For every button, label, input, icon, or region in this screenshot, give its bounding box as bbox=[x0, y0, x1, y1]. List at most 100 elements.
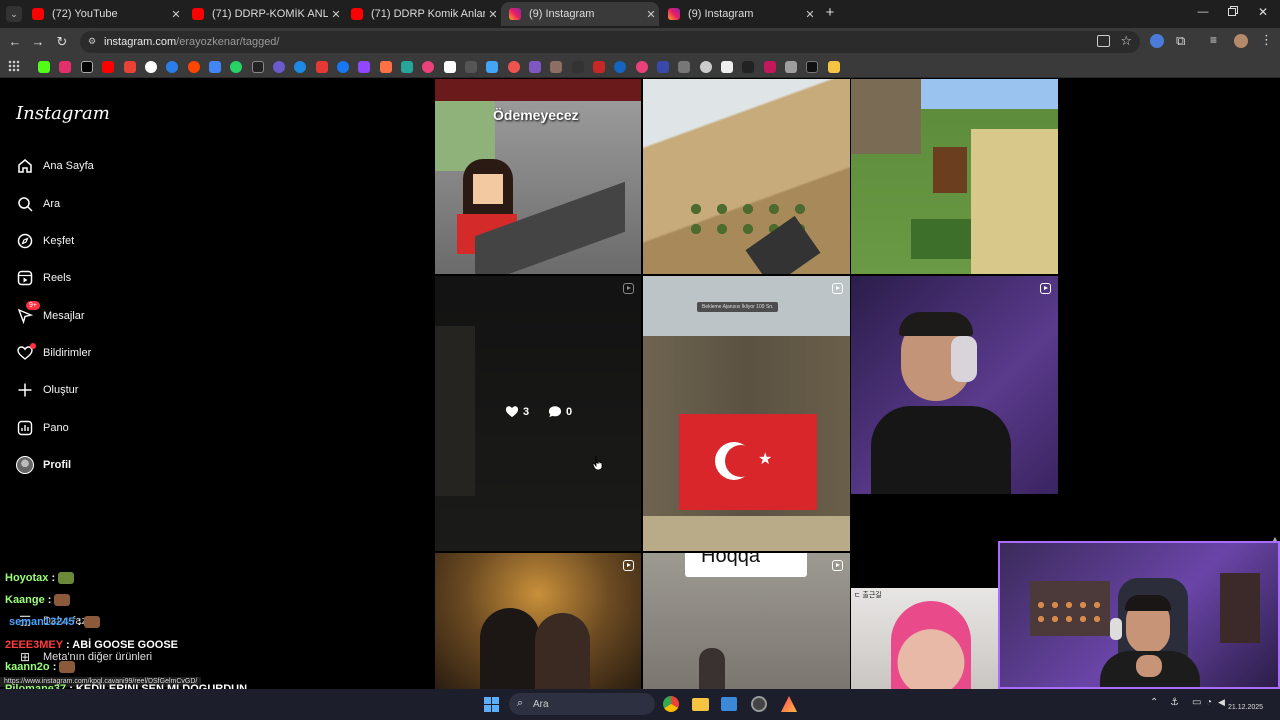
compass-icon bbox=[16, 232, 34, 250]
tab-instagram[interactable]: (9) Instagram ✕ bbox=[660, 2, 818, 26]
install-app-icon[interactable] bbox=[1097, 35, 1110, 47]
forward-icon[interactable]: → bbox=[29, 33, 47, 51]
site-info-icon[interactable]: ⚙ bbox=[88, 36, 99, 47]
bookmark-icon[interactable] bbox=[465, 61, 477, 73]
tab-strip: ⌄ (72) YouTube ✕ (71) DDRP-KOMİK ANLAR 5… bbox=[0, 0, 1280, 28]
bookmark-star-icon[interactable]: ☆ bbox=[1120, 33, 1132, 49]
bookmark-instagram-icon[interactable] bbox=[59, 61, 71, 73]
bookmark-icon[interactable] bbox=[401, 61, 413, 73]
nav-search[interactable]: Ara bbox=[16, 192, 60, 216]
file-explorer-icon[interactable] bbox=[692, 698, 709, 711]
post-tile[interactable] bbox=[851, 276, 1058, 551]
tray-network-icon[interactable]: ▭ bbox=[1192, 697, 1201, 708]
bookmark-facebook-icon[interactable] bbox=[337, 61, 349, 73]
bookmark-icon[interactable] bbox=[529, 61, 541, 73]
bookmark-icon[interactable] bbox=[700, 61, 712, 73]
bookmark-google-icon[interactable] bbox=[145, 61, 157, 73]
post-tile-hovered[interactable]: 3 0 bbox=[435, 276, 641, 551]
photos-icon[interactable] bbox=[721, 697, 737, 711]
bookmark-icon[interactable] bbox=[678, 61, 690, 73]
bookmark-icon[interactable] bbox=[721, 61, 733, 73]
bookmark-icon[interactable] bbox=[657, 61, 669, 73]
bookmark-whatsapp-icon[interactable] bbox=[230, 61, 242, 73]
close-window-button[interactable]: ✕ bbox=[1256, 5, 1270, 19]
app-icon[interactable] bbox=[781, 696, 797, 712]
bookmark-icon[interactable] bbox=[636, 61, 648, 73]
bookmark-twitch-icon[interactable] bbox=[358, 61, 370, 73]
bookmark-x-icon[interactable] bbox=[81, 61, 93, 73]
post-tile[interactable]: Ödemeyecez bbox=[435, 79, 641, 274]
bookmark-icon[interactable] bbox=[742, 61, 754, 73]
instagram-logo[interactable]: Instagram bbox=[16, 103, 110, 124]
tab-youtube[interactable]: (72) YouTube ✕ bbox=[24, 2, 184, 26]
address-bar[interactable]: ⚙ instagram.com/erayozkenar/tagged/ ☆ bbox=[80, 31, 1140, 53]
bookmark-icon[interactable] bbox=[486, 61, 498, 73]
chrome-icon[interactable] bbox=[663, 696, 679, 712]
nav-dashboard[interactable]: Pano bbox=[16, 416, 69, 440]
nav-explore[interactable]: Keşfet bbox=[16, 229, 74, 253]
bookmark-icon[interactable] bbox=[593, 61, 605, 73]
bookmark-icon[interactable] bbox=[764, 61, 776, 73]
bookmark-icon[interactable] bbox=[572, 61, 584, 73]
media-control-icon[interactable]: ≡ bbox=[1210, 33, 1217, 47]
nav-home[interactable]: Ana Sayfa bbox=[16, 154, 94, 178]
bookmark-icon[interactable] bbox=[785, 61, 797, 73]
bookmark-folder-icon[interactable] bbox=[828, 61, 840, 73]
nav-profile[interactable]: Profil bbox=[16, 453, 71, 477]
tray-icon[interactable]: ⚓ bbox=[1170, 697, 1179, 708]
tray-chevron-icon[interactable]: ⌃ bbox=[1150, 697, 1158, 708]
tab-instagram-active[interactable]: (9) Instagram ✕ bbox=[501, 2, 659, 26]
tray-date[interactable]: 21.12.2025 bbox=[1228, 704, 1263, 711]
taskbar-search[interactable]: ⌕ Ara bbox=[509, 693, 655, 715]
tab-search-button[interactable]: ⌄ bbox=[6, 6, 22, 22]
start-button[interactable] bbox=[484, 697, 499, 712]
tray-volume-icon[interactable]: ◀ bbox=[1218, 697, 1225, 708]
nav-reels[interactable]: Reels bbox=[16, 266, 71, 290]
close-tab-icon[interactable]: ✕ bbox=[168, 8, 184, 21]
close-tab-icon[interactable]: ✕ bbox=[802, 8, 818, 21]
bookmark-icon[interactable] bbox=[252, 61, 264, 73]
bookmark-icon[interactable] bbox=[422, 61, 434, 73]
nav-messages[interactable]: 9+ Mesajlar bbox=[16, 301, 85, 328]
bookmark-icon[interactable] bbox=[508, 61, 520, 73]
close-tab-icon[interactable]: ✕ bbox=[643, 8, 659, 21]
tray-wifi-icon[interactable]: ◔ bbox=[1206, 697, 1212, 708]
bookmark-icon[interactable] bbox=[444, 61, 456, 73]
tab-ddrp-komik-1[interactable]: (71) DDRP-KOMİK ANLAR 5 / E ✕ bbox=[184, 2, 344, 26]
reload-icon[interactable]: ↻ bbox=[53, 33, 71, 51]
bookmark-icon[interactable] bbox=[166, 61, 178, 73]
bookmark-translate-icon[interactable] bbox=[209, 61, 221, 73]
bookmark-icon[interactable] bbox=[316, 61, 328, 73]
bookmark-icon[interactable] bbox=[550, 61, 562, 73]
bookmark-icon[interactable] bbox=[614, 61, 626, 73]
app-icon[interactable] bbox=[751, 696, 767, 712]
browser-menu-icon[interactable]: ⋮ bbox=[1260, 32, 1273, 48]
close-tab-icon[interactable]: ✕ bbox=[328, 8, 344, 21]
bookmark-icon[interactable] bbox=[273, 61, 285, 73]
minimize-button[interactable]: — bbox=[1196, 6, 1210, 20]
bookmark-icon[interactable] bbox=[806, 61, 818, 73]
post-tile[interactable] bbox=[643, 79, 850, 274]
bookmark-kick-icon[interactable] bbox=[38, 61, 50, 73]
bookmark-icon[interactable] bbox=[294, 61, 306, 73]
back-icon[interactable]: ← bbox=[6, 33, 24, 51]
post-tile[interactable]: Hoqqa bbox=[643, 553, 850, 689]
restore-button[interactable] bbox=[1228, 6, 1240, 18]
close-tab-icon[interactable]: ✕ bbox=[485, 8, 501, 21]
bookmark-icon[interactable] bbox=[380, 61, 392, 73]
emote bbox=[54, 594, 71, 607]
nav-create[interactable]: Oluştur bbox=[16, 378, 78, 402]
extension-google-icon[interactable] bbox=[1150, 34, 1164, 48]
profile-avatar[interactable] bbox=[1234, 34, 1248, 48]
tab-ddrp-komik-2[interactable]: (71) DDRP Komik Anlar ama Kı ✕ bbox=[343, 2, 501, 26]
post-tile[interactable] bbox=[851, 79, 1058, 274]
post-tile[interactable]: Bekleme Ajansısı İkliyor 109 Sn. ★ bbox=[643, 276, 850, 551]
bookmark-youtube-icon[interactable] bbox=[102, 61, 114, 73]
post-tile[interactable] bbox=[435, 553, 641, 689]
nav-notifications[interactable]: Bildirimler bbox=[16, 341, 91, 365]
new-tab-button[interactable]: + bbox=[822, 5, 838, 21]
bookmark-gmail-icon[interactable] bbox=[124, 61, 136, 73]
extensions-puzzle-icon[interactable]: ⧉ bbox=[1176, 33, 1185, 49]
apps-grid-icon[interactable] bbox=[8, 60, 20, 72]
bookmark-reddit-icon[interactable] bbox=[188, 61, 200, 73]
